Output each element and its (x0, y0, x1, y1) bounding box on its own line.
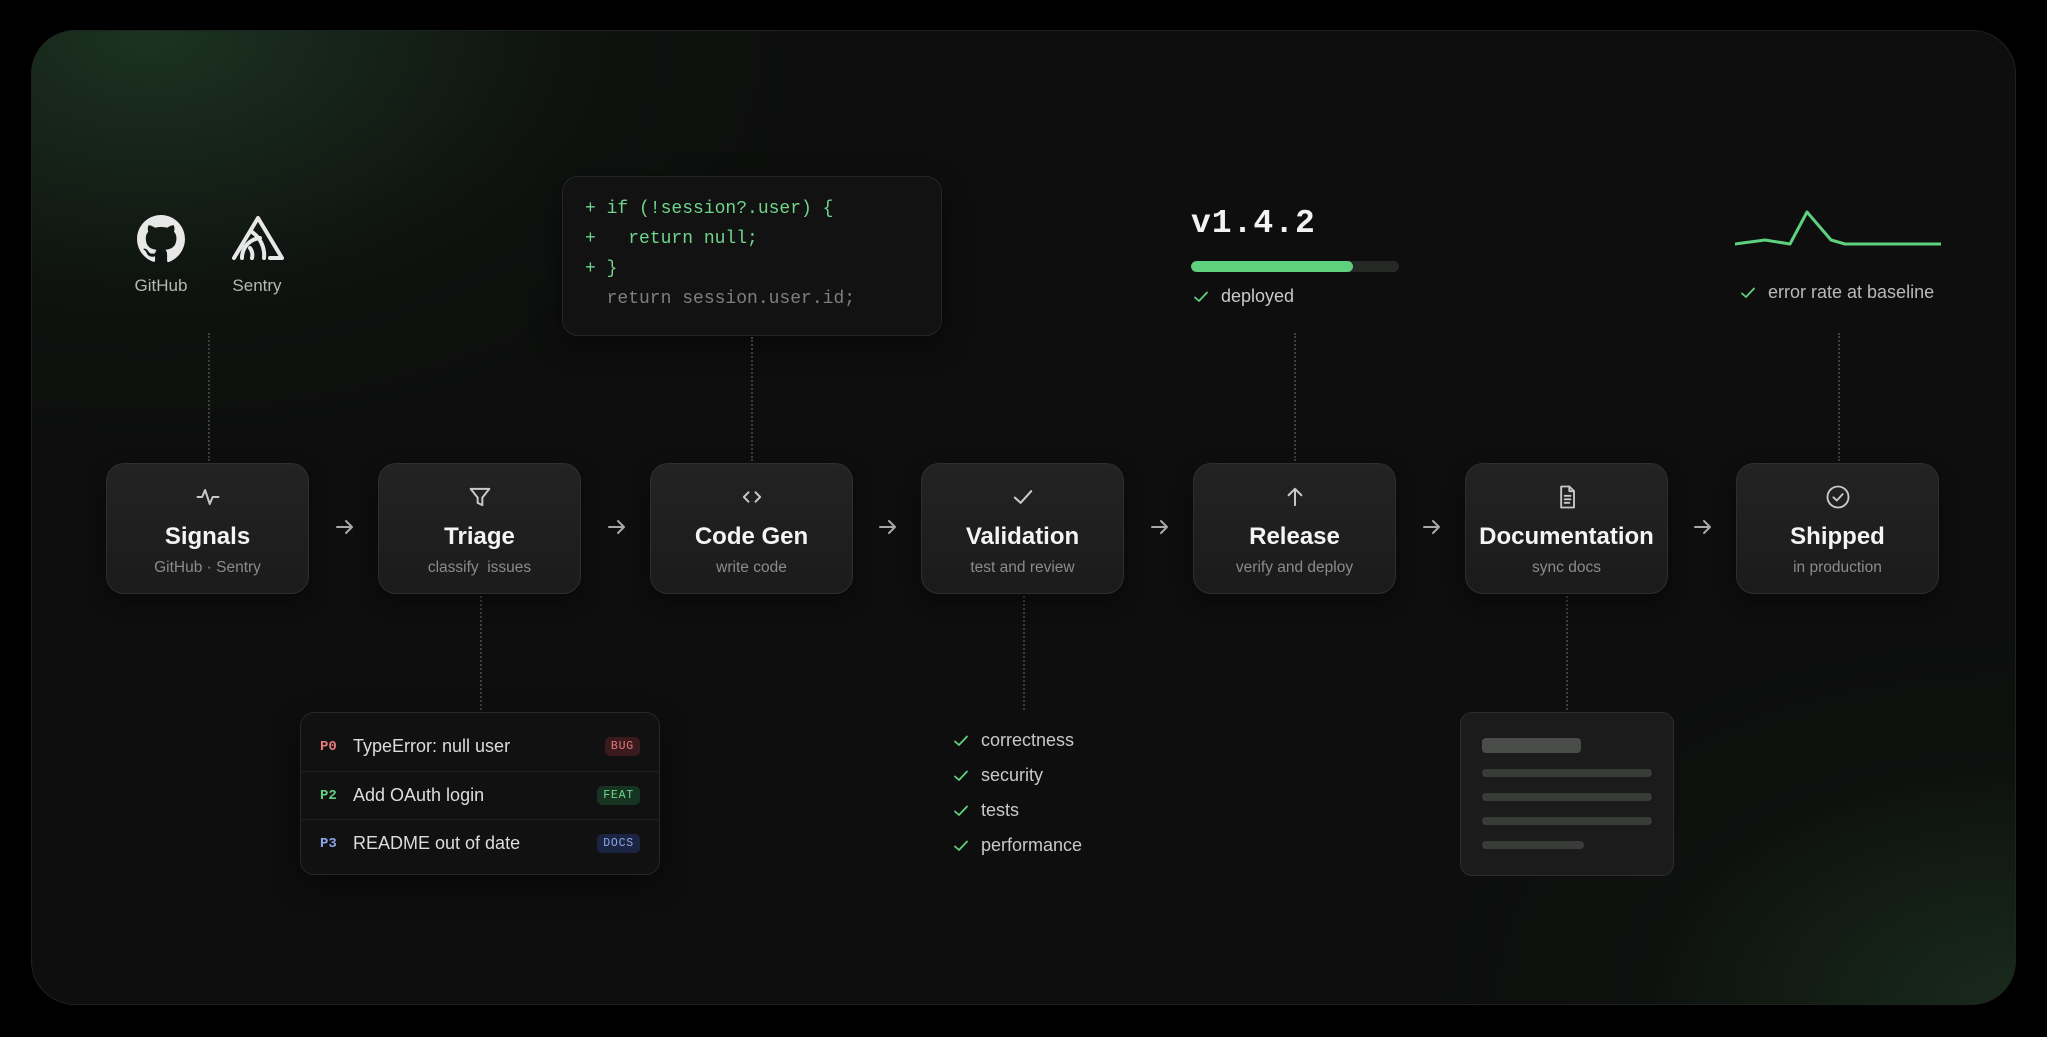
check-icon (954, 805, 968, 816)
stage-validation[interactable]: Validation test and review (921, 463, 1124, 594)
arrow-right-icon (608, 520, 625, 534)
doc-line-placeholder (1482, 793, 1652, 801)
connector (1294, 333, 1296, 461)
code-line: + return null; (585, 229, 758, 249)
issue-title: Add OAuth login (353, 785, 485, 805)
sentry-icon (230, 214, 286, 264)
connector (208, 333, 210, 461)
check-circle-icon (1826, 485, 1849, 509)
issue-title: README out of date (353, 833, 521, 853)
stage-title: Release (1249, 523, 1340, 550)
validation-check-label: security (981, 765, 1044, 785)
source-label-github: GitHub (134, 276, 188, 295)
arrow-right-icon (336, 520, 353, 534)
stage-documentation[interactable]: Documentation sync docs (1465, 463, 1668, 594)
arrow-right-icon (1694, 520, 1711, 534)
stage-subtitle: GitHub · Sentry (154, 559, 261, 576)
check-icon (1013, 490, 1032, 504)
source-label-sentry: Sentry (232, 276, 282, 295)
validation-check-label: correctness (981, 730, 1075, 750)
stage-title: Validation (965, 523, 1080, 550)
issue-row[interactable]: P2 Add OAuth login FEAT (301, 771, 659, 819)
error-rate-sparkline (1735, 210, 1941, 246)
validation-check: tests (953, 800, 1019, 821)
validation-check: correctness (953, 730, 1074, 751)
connector (1023, 596, 1025, 710)
issue-tag: FEAT (597, 786, 640, 805)
connector (480, 596, 482, 710)
connector (1566, 596, 1568, 710)
stage-subtitle: write code (716, 559, 787, 576)
stage-title: Shipped (1790, 523, 1885, 550)
issue-priority: P2 (320, 787, 337, 804)
documentation-preview (1460, 712, 1674, 876)
code-line: return session.user.id; (585, 289, 856, 309)
doc-line-placeholder (1482, 769, 1652, 777)
check-icon (954, 735, 968, 746)
validation-check: security (953, 765, 1043, 786)
arrow-right-icon (1423, 520, 1440, 534)
check-icon (1194, 291, 1208, 302)
connector (751, 337, 753, 461)
stage-subtitle: test and review (970, 559, 1075, 576)
stage-title: Documentation (1479, 523, 1654, 550)
validation-check-label: performance (981, 835, 1083, 855)
deploy-progress-bar (1191, 261, 1399, 272)
stage-subtitle: sync docs (1532, 559, 1601, 576)
stage-signals[interactable]: Signals GitHub · Sentry (106, 463, 309, 594)
doc-line-placeholder (1482, 817, 1652, 825)
code-line: + } (585, 259, 618, 279)
sparkline-series (1735, 210, 1941, 246)
filter-icon (469, 487, 490, 507)
release-status-text: deployed (1221, 286, 1295, 306)
release-status: deployed (1193, 286, 1294, 307)
stage-release[interactable]: Release verify and deploy (1193, 463, 1396, 594)
code-snippet-panel: + if (!session?.user) { + return null; +… (562, 176, 942, 336)
arrow-up-icon (1287, 487, 1302, 507)
issue-priority: P0 (320, 738, 337, 755)
pulse-icon (196, 489, 219, 505)
issue-tag: DOCS (597, 834, 640, 853)
stage-title: Signals (164, 523, 251, 550)
release-version: v1.4.2 (1191, 205, 1316, 242)
code-line: + if (!session?.user) { (585, 199, 834, 219)
stage-title: Code Gen (694, 523, 809, 550)
triage-issue-list: P0 TypeError: null user BUG P2 Add OAuth… (300, 712, 660, 875)
monitor-status-text: error rate at baseline (1768, 282, 1935, 302)
stage-title: Triage (444, 523, 515, 550)
code-icon (742, 491, 761, 503)
stage-subtitle: verify and deploy (1235, 559, 1354, 576)
doc-line-placeholder (1482, 841, 1584, 849)
issue-row[interactable]: P0 TypeError: null user BUG (301, 723, 659, 770)
check-icon (1741, 287, 1755, 298)
doc-heading-placeholder (1482, 738, 1581, 753)
stage-code-gen[interactable]: Code Gen write code (650, 463, 853, 594)
issue-priority: P3 (320, 835, 337, 852)
stage-subtitle: classify issues (427, 559, 532, 576)
stage-shipped[interactable]: Shipped in production (1736, 463, 1939, 594)
issue-title: TypeError: null user (353, 736, 511, 756)
check-icon (954, 840, 968, 851)
arrow-right-icon (1151, 520, 1168, 534)
arrow-right-icon (879, 520, 896, 534)
monitor-status: error rate at baseline (1740, 282, 1934, 303)
validation-check-label: tests (981, 800, 1020, 820)
connector (1838, 333, 1840, 461)
stage-triage[interactable]: Triage classify issues (378, 463, 581, 594)
document-icon (1559, 485, 1575, 509)
stage-subtitle: in production (1793, 559, 1882, 576)
deploy-progress-fill (1191, 261, 1354, 272)
github-icon (136, 214, 186, 264)
issue-row[interactable]: P3 README out of date DOCS (301, 819, 659, 867)
issue-tag: BUG (604, 737, 640, 756)
check-icon (954, 770, 968, 781)
validation-check: performance (953, 835, 1082, 856)
